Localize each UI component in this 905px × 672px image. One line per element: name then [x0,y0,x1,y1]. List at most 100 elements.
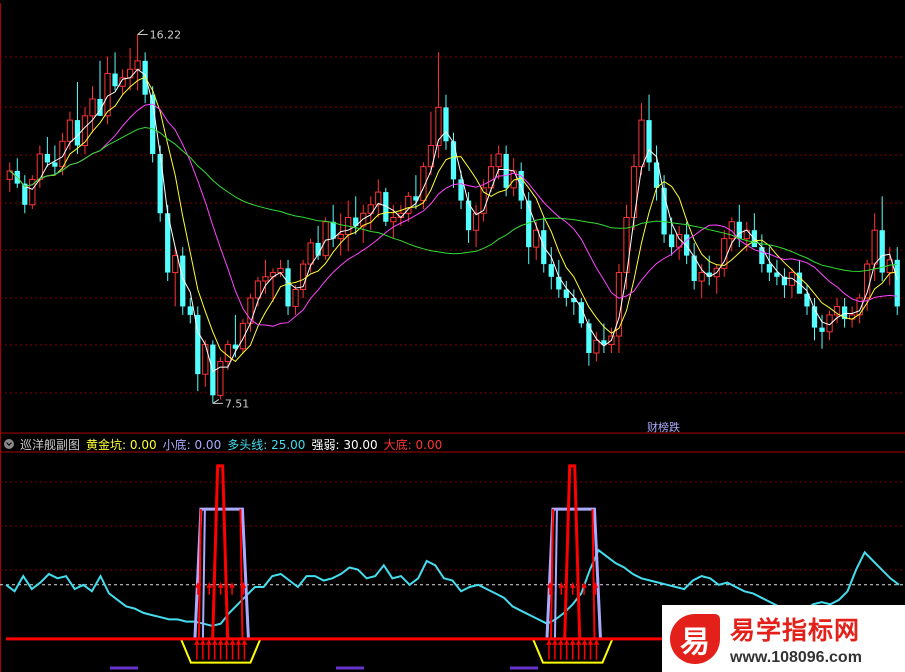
candle [788,268,796,298]
candle-body [586,323,592,354]
indicator-legend: 巡洋舰副图 黄金坑: 0.00 小底: 0.00 多头线: 25.00 强弱: … [4,436,442,452]
candle-body [262,276,269,282]
candle [646,94,652,171]
candle [841,297,848,328]
candle [307,238,314,273]
candle [89,86,96,133]
candle [299,259,307,298]
candle [675,225,683,260]
ma-yellow-line [9,76,898,363]
pit-arrow [194,639,200,660]
candle-body [81,115,89,147]
mid-arrow [558,582,565,595]
candle [14,158,20,188]
candle-body [52,162,58,167]
candle-body [337,233,344,240]
candle-body [533,229,540,248]
pit-arrow [546,639,552,660]
small-bottom-signal-inner [201,509,206,639]
candle [74,81,81,154]
candle-body [292,288,299,307]
candle-body [646,120,652,163]
candle-body [638,119,645,168]
candle [405,192,412,222]
candle-body [66,119,74,142]
candle [353,196,359,235]
candle-body [548,264,554,277]
watermark-name: 易学指标网 [730,615,861,645]
pit-arrow [570,639,576,660]
candle [894,247,900,315]
big-bottom-signal [563,464,582,639]
candle-body [630,166,638,218]
candle [450,132,457,188]
candle [879,196,885,282]
watermark: 易 易学指标网 www.108096.com [662,605,905,672]
candle [510,158,517,197]
candle [22,175,28,214]
candle [826,310,833,341]
candle [541,217,547,273]
candle-body [766,264,773,273]
candle [330,204,336,248]
pit-arrow [241,639,248,660]
candle [713,264,720,294]
candle-body [450,141,457,180]
candle-body [202,344,209,375]
candle [81,107,89,154]
pit-arrow [206,639,212,660]
mid-arrow [229,582,235,595]
candle [781,268,788,298]
pit-arrow [581,639,588,660]
max-pointer [137,29,148,36]
chart-canvas: 16.22 7.51 财榜跌 [0,3,905,672]
candle [217,357,224,400]
pit-arrow [587,639,594,660]
candle [360,204,367,243]
candle [322,217,329,260]
candle-body [112,73,118,87]
pit-arrow [217,639,224,660]
min-price-label: 7.51 [225,397,250,410]
pit-arrow [593,639,600,660]
candle-body [254,280,262,299]
collapse-icon[interactable] [4,439,14,449]
candle [684,221,690,265]
candle [848,306,856,328]
watermark-logo: 易 [670,613,720,664]
candle-body [134,60,141,70]
pit-arrow [223,639,230,660]
candle [44,137,50,167]
max-price-label: 16.22 [150,29,182,42]
candle-body [495,153,502,168]
mid-arrow [217,582,224,595]
candle [292,285,299,315]
mid-arrow [206,582,212,595]
candle-body [126,68,134,79]
candle [487,153,495,193]
candle-body [390,217,397,223]
min-pointer [212,398,223,404]
legend-small-bottom: 小底: 0.00 [162,437,222,452]
pit-arrow [229,639,236,660]
candle [285,259,291,315]
pit-arrow [212,639,218,660]
candle-body [172,255,179,274]
legend-big-bottom: 大底: 0.00 [383,437,443,452]
candle [458,170,464,210]
candle [195,306,201,392]
legend-strength: 强弱: 30.00 [311,437,378,452]
candle-body [743,229,750,240]
candle [571,289,577,315]
candle-body [465,200,472,231]
candle-body [443,107,449,142]
candle [819,314,825,349]
candle [337,213,344,256]
candle [465,192,472,243]
candle-body [819,327,825,332]
pit-arrow [235,639,242,660]
candle [503,145,509,197]
pit-arrow [575,639,582,660]
candle-body [668,234,675,248]
pit-arrow [200,639,206,660]
